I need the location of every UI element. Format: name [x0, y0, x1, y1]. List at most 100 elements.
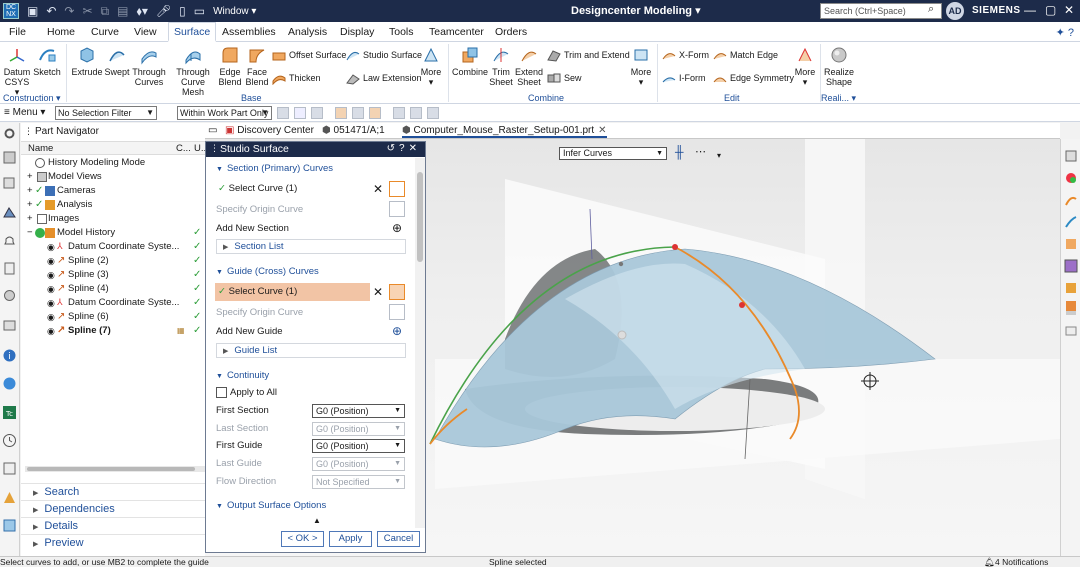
- more-options-icon[interactable]: ⋯: [695, 145, 706, 158]
- curve-rule-icon[interactable]: [335, 107, 347, 119]
- tab-surface[interactable]: Surface: [168, 22, 217, 42]
- tab-curve[interactable]: Curve: [91, 26, 119, 38]
- first-guide-select[interactable]: G0 (Position) ▼: [312, 439, 405, 453]
- help-icon[interactable]: ?: [399, 143, 409, 154]
- tree-row-spline-6[interactable]: ◉ ↗ Spline (6) ✓: [21, 310, 211, 324]
- scrollbar-thumb[interactable]: [417, 172, 423, 262]
- edge-icon[interactable]: [410, 107, 422, 119]
- reuse-library-icon[interactable]: [2, 261, 17, 276]
- window-menu[interactable]: Window ▾: [213, 6, 256, 17]
- tab-discovery-center[interactable]: ▣ Discovery Center: [225, 125, 314, 136]
- close-dialog-icon[interactable]: ✕: [409, 143, 421, 154]
- edit-more-button[interactable]: More ▾: [792, 45, 818, 87]
- apply-to-all-checkbox[interactable]: [216, 387, 227, 398]
- roles-icon[interactable]: [2, 490, 17, 505]
- realize-shape-button[interactable]: Realize Shape: [822, 45, 856, 87]
- snap-point-icon[interactable]: [277, 107, 289, 119]
- edge-blend-button[interactable]: Edge Blend: [216, 45, 244, 87]
- part-navigator-icon[interactable]: [2, 205, 17, 220]
- column-c[interactable]: C...: [176, 143, 191, 154]
- undo-icon[interactable]: ↶: [46, 4, 56, 18]
- group-realize-label[interactable]: Reali... ▾: [821, 93, 856, 104]
- trim-extend-button[interactable]: Trim and Extend: [547, 48, 630, 62]
- pin-ribbon-icon[interactable]: ✦ ?: [1056, 26, 1074, 39]
- eye-icon[interactable]: ◉: [47, 324, 55, 338]
- section-list-toggle[interactable]: ▶ Section List: [216, 239, 406, 254]
- through-curve-mesh-button[interactable]: Through Curve Mesh: [170, 45, 216, 97]
- close-icon[interactable]: ✕: [1064, 3, 1074, 17]
- law-extension-button[interactable]: Law Extension: [346, 71, 422, 85]
- repeat-command-icon[interactable]: ⬧▾: [136, 4, 147, 19]
- offset-surface-button[interactable]: Offset Surface: [272, 48, 346, 62]
- face-icon[interactable]: [393, 107, 405, 119]
- eye-icon[interactable]: ◉: [47, 310, 55, 324]
- studio-surface-button[interactable]: Studio Surface: [346, 48, 422, 62]
- tree-row-spline-7[interactable]: ◉ ↗ Spline (7) ▦ ✓: [21, 324, 211, 338]
- tree-row-datum-csys-2[interactable]: ◉ ⅄ Datum Coordinate Syste... ✓: [21, 296, 211, 310]
- tab-view[interactable]: View: [134, 26, 157, 38]
- trim-sheet-button[interactable]: Trim Sheet: [488, 45, 514, 87]
- edge-symmetry-button[interactable]: Edge Symmetry: [713, 71, 794, 85]
- tab-home[interactable]: Home: [47, 26, 75, 38]
- tree-row-spline-4[interactable]: ◉ ↗ Spline (4) ✓: [21, 282, 211, 296]
- redo-icon[interactable]: ↷: [64, 4, 74, 18]
- x-form-button[interactable]: X-Form: [662, 48, 709, 62]
- apply-button[interactable]: Apply: [329, 531, 372, 547]
- tab-part-051471[interactable]: ⬢ 051471/A;1: [322, 125, 385, 136]
- select-section-curve-field[interactable]: ✓ Select Curve (1): [215, 180, 370, 198]
- close-tab-icon[interactable]: ✕: [598, 125, 606, 136]
- extend-sheet-button[interactable]: Extend Sheet: [514, 45, 544, 87]
- expand-plus-icon[interactable]: +: [27, 170, 33, 184]
- eye-icon[interactable]: ◉: [47, 240, 55, 254]
- tree-row-model-views[interactable]: + Model Views: [21, 170, 211, 184]
- panel-preview[interactable]: ▶ Preview: [21, 534, 211, 551]
- specify-origin-guide-button[interactable]: [389, 304, 405, 320]
- tree-row-analysis[interactable]: + ✓ Analysis: [21, 198, 211, 212]
- teamcenter-icon[interactable]: Tc: [2, 405, 17, 420]
- collapse-minus-icon[interactable]: −: [27, 226, 33, 240]
- dialog-title-bar[interactable]: Studio Surface ⋮ ↺?✕: [206, 142, 425, 157]
- bell-icon[interactable]: 🔔︎: [984, 557, 995, 567]
- information-icon[interactable]: i: [2, 348, 17, 363]
- component-icon[interactable]: [427, 107, 439, 119]
- history-clock-icon[interactable]: [2, 433, 17, 448]
- combine-button[interactable]: Combine: [452, 45, 488, 77]
- eye-icon[interactable]: ◉: [47, 268, 55, 282]
- select-curve-icon[interactable]: [389, 181, 405, 197]
- navigator-menu-icon[interactable]: ⋮: [24, 126, 33, 137]
- expand-plus-icon[interactable]: +: [27, 212, 33, 226]
- section-view-icon[interactable]: [1064, 299, 1078, 313]
- tree-row-history-mode[interactable]: History Modeling Mode: [21, 156, 211, 170]
- base-more-button[interactable]: More ▾: [418, 45, 444, 87]
- tree-row-spline-3[interactable]: ◉ ↗ Spline (3) ✓: [21, 268, 211, 282]
- first-section-select[interactable]: G0 (Position) ▼: [312, 404, 405, 418]
- select-guide-curve-icon[interactable]: [389, 284, 405, 300]
- gear-icon[interactable]: [2, 126, 17, 141]
- app-title[interactable]: Designcenter Modeling ▾: [571, 4, 701, 17]
- highlight-lines-icon[interactable]: [1064, 215, 1078, 229]
- constraint-navigator-icon[interactable]: [2, 175, 17, 190]
- panel-dependencies[interactable]: ▶ Dependencies: [21, 500, 211, 517]
- select-guide-curve-field[interactable]: ✓ Select Curve (1): [215, 283, 370, 301]
- tab-orders[interactable]: Orders: [495, 26, 527, 38]
- draft-analysis-icon[interactable]: [1064, 281, 1078, 295]
- hd3d-tools-icon[interactable]: [2, 288, 17, 303]
- reset-icon[interactable]: ↺: [387, 143, 399, 154]
- face-analysis-icon[interactable]: [1064, 237, 1078, 251]
- select-intent-icon[interactable]: [294, 107, 306, 119]
- output-surface-options-header[interactable]: ▼ Output Surface Options: [210, 498, 413, 513]
- tree-row-spline-2[interactable]: ◉ ↗ Spline (2) ✓: [21, 254, 211, 268]
- paste-icon[interactable]: ▤: [117, 4, 128, 18]
- sketch-button[interactable]: Sketch: [32, 45, 62, 77]
- i-form-button[interactable]: I-Form: [662, 71, 706, 85]
- match-edge-button[interactable]: Match Edge: [713, 48, 778, 62]
- tab-display[interactable]: Display: [340, 26, 374, 38]
- eye-icon[interactable]: ◉: [47, 254, 55, 268]
- tab-computer-mouse-part[interactable]: ⬢ Computer_Mouse_Raster_Setup-001.prt ✕: [402, 125, 607, 138]
- specify-origin-curve-button[interactable]: [389, 201, 405, 217]
- body-icon[interactable]: [369, 107, 381, 119]
- save-icon[interactable]: ▣: [27, 4, 38, 18]
- panel-search[interactable]: ▶ Search: [21, 483, 211, 500]
- copy-icon[interactable]: ⧉: [101, 4, 110, 19]
- navigator-hscrollbar[interactable]: [25, 466, 207, 472]
